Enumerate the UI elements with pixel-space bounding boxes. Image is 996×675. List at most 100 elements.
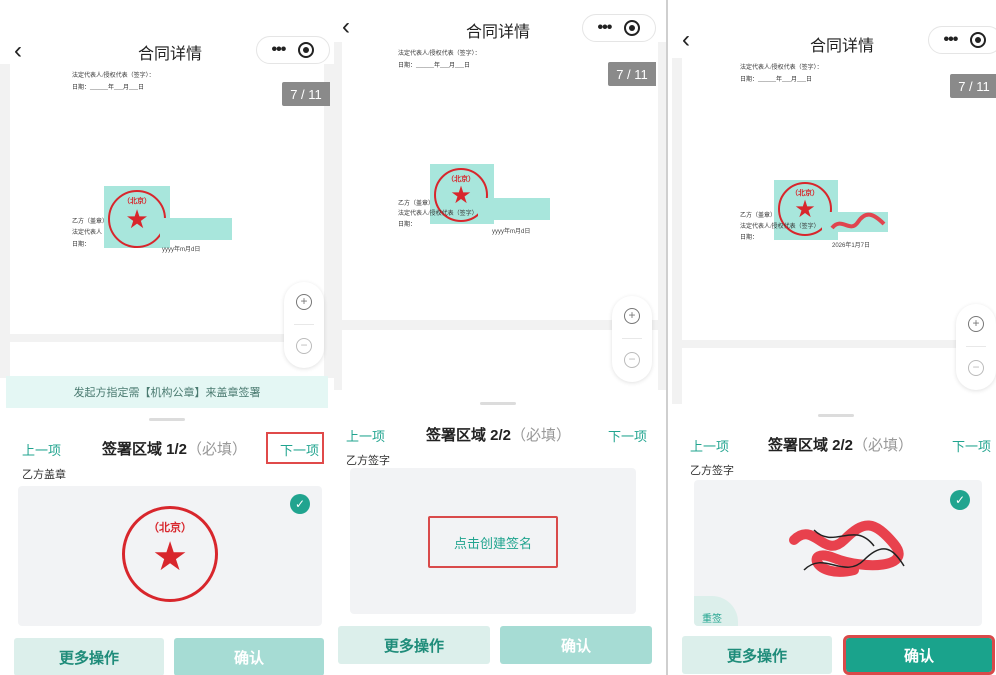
screen-2: ‹ 合同详情 ••• 法定代表人/授权代表（签字）： 日期：______年___… xyxy=(334,0,666,675)
target-icon[interactable] xyxy=(970,32,987,48)
mini-program-capsule: ••• xyxy=(256,36,330,64)
doc-rep-line: 法定代表人/授权代表（签字）： xyxy=(398,51,481,57)
chevron-left-icon[interactable]: ‹ xyxy=(14,39,22,63)
confirm-button[interactable]: 确认 xyxy=(500,626,652,664)
date-placeholder: yyyy年m月d日 xyxy=(492,229,531,235)
date-filled: 2026年1月7日 xyxy=(832,243,871,249)
company-seal: （北京） ★ xyxy=(108,190,166,248)
target-icon[interactable] xyxy=(624,20,641,36)
sign-area-title-text: 签署区域 2/2 xyxy=(426,427,512,444)
doc-date-label: 日期： xyxy=(398,222,417,228)
sign-area-title: 签署区域 2/2（必填） xyxy=(426,424,571,445)
field-label: 乙方盖章 xyxy=(22,469,66,481)
chevron-left-icon[interactable]: ‹ xyxy=(682,28,690,52)
required-tag: （必填） xyxy=(511,427,572,444)
signature-preview-box[interactable]: ✓ 重签 xyxy=(694,480,982,626)
sign-sheet: 上一项 签署区域 1/2（必填） 下一项 乙方盖章 ✓ （北京） ★ 更多操作 … xyxy=(0,408,334,675)
confirm-button[interactable]: 确认 xyxy=(843,635,995,675)
document-viewer[interactable]: 法定代表人/授权代表（签字）： 日期：______年___月___日 （北京） … xyxy=(672,58,996,404)
sheet-grip[interactable] xyxy=(149,418,185,421)
signature-mark-small xyxy=(830,212,886,230)
doc-party-line: 乙方（盖章） xyxy=(740,213,777,219)
doc-party-line: 乙方（盖章） xyxy=(72,219,109,225)
doc-date-label: 日期： xyxy=(72,242,91,248)
document-viewer[interactable]: 法定代表人/授权代表（签字）： 日期：______年___月___日 （北京） … xyxy=(334,42,666,390)
doc-rep-line-2: 法定代表人/授权代表（签字） xyxy=(740,224,820,230)
sign-area-title: 签署区域 1/2（必填） xyxy=(102,438,247,459)
more-dots-icon[interactable]: ••• xyxy=(598,20,613,36)
date-placeholder: yyyy年m月d日 xyxy=(162,247,201,253)
sign-area-title-text: 签署区域 1/2 xyxy=(102,441,188,458)
field-label: 乙方签字 xyxy=(690,465,734,477)
doc-date-label: 日期： xyxy=(740,235,759,241)
target-icon[interactable] xyxy=(298,42,315,58)
zoom-control: + − xyxy=(956,304,996,390)
zoom-control: + − xyxy=(612,296,652,382)
signature-field[interactable] xyxy=(478,198,550,220)
more-dots-icon[interactable]: ••• xyxy=(944,32,959,48)
sign-sheet: 上一项 签署区域 2/2（必填） 下一项 乙方签字 点击创建签名 更多操作 确认 xyxy=(334,390,666,675)
zoom-in-icon[interactable]: + xyxy=(624,308,640,324)
next-item-button[interactable]: 下一项 xyxy=(608,426,647,445)
prev-item-button[interactable]: 上一项 xyxy=(346,426,385,445)
seal-preview-box[interactable]: ✓ （北京） ★ xyxy=(18,486,322,626)
page-indicator: 7 / 11 xyxy=(608,62,656,86)
screen-3: ‹ 合同详情 ••• 法定代表人/授权代表（签字）： 日期：______年___… xyxy=(672,0,996,675)
doc-rep-line: 法定代表人/授权代表（签字）： xyxy=(72,73,155,79)
more-actions-button[interactable]: 更多操作 xyxy=(682,636,832,674)
signature-mark xyxy=(789,520,905,577)
zoom-out-icon[interactable]: − xyxy=(968,360,984,376)
document-page-next xyxy=(10,342,324,378)
prev-item-button[interactable]: 上一项 xyxy=(22,440,61,459)
doc-date-line: 日期：______年___月___日 xyxy=(740,77,813,83)
check-icon: ✓ xyxy=(950,490,970,510)
sign-area-title-text: 签署区域 2/2 xyxy=(768,437,854,454)
document-page: 法定代表人/授权代表（签字）： 日期：______年___月___日 （北京） … xyxy=(682,58,996,340)
sign-sheet: 上一项 签署区域 2/2（必填） 下一项 乙方签字 ✓ 重签 更多操作 确认 xyxy=(672,404,996,675)
signature-field[interactable] xyxy=(160,218,232,240)
zoom-in-icon[interactable]: + xyxy=(296,294,312,310)
screen-1: ‹ 合同详情 ••• 法定代表人/授权代表（签字）： 日期：______年___… xyxy=(0,0,334,675)
mini-program-capsule: ••• xyxy=(582,14,656,42)
required-tag: （必填） xyxy=(187,441,248,458)
chevron-left-icon[interactable]: ‹ xyxy=(342,15,350,39)
doc-date-line: 日期：______年___月___日 xyxy=(398,63,471,69)
document-page-next xyxy=(682,348,996,404)
zoom-control: + − xyxy=(284,282,324,368)
next-item-button[interactable]: 下一项 xyxy=(280,440,319,459)
doc-party-line: 乙方（盖章） xyxy=(398,201,435,207)
doc-rep-line-2: 法定代表人 xyxy=(72,230,103,236)
check-icon: ✓ xyxy=(290,494,310,514)
document-viewer[interactable]: 法定代表人/授权代表（签字）： 日期：______年___月___日 （北京） … xyxy=(0,64,334,378)
page-title: 合同详情 xyxy=(138,46,203,63)
doc-rep-line: 法定代表人/授权代表（签字）： xyxy=(740,65,823,71)
mini-program-capsule: ••• xyxy=(928,26,996,54)
next-item-button[interactable]: 下一项 xyxy=(952,436,991,455)
more-dots-icon[interactable]: ••• xyxy=(272,42,287,58)
prev-item-button[interactable]: 上一项 xyxy=(690,436,729,455)
document-page: 法定代表人/授权代表（签字）： 日期：______年___月___日 （北京） … xyxy=(10,64,324,334)
confirm-button[interactable]: 确认 xyxy=(174,638,324,675)
screen-divider xyxy=(666,0,668,675)
more-actions-button[interactable]: 更多操作 xyxy=(338,626,490,664)
page-title: 合同详情 xyxy=(810,38,875,55)
signature-box[interactable]: 点击创建签名 xyxy=(350,468,636,614)
page-indicator: 7 / 11 xyxy=(282,82,330,106)
create-signature-button[interactable]: 点击创建签名 xyxy=(428,516,558,568)
seal-preview: （北京） ★ xyxy=(122,506,218,602)
zoom-out-icon[interactable]: − xyxy=(296,338,312,354)
field-label: 乙方签字 xyxy=(346,455,390,467)
seal-requirement-notice: 发起方指定需【机构公章】来盖章签署 xyxy=(6,376,328,408)
doc-rep-line-2: 法定代表人/授权代表（签字） xyxy=(398,211,478,217)
zoom-in-icon[interactable]: + xyxy=(968,316,984,332)
doc-date-line: 日期：______年___月___日 xyxy=(72,85,145,91)
required-tag: （必填） xyxy=(853,437,914,454)
page-indicator: 7 / 11 xyxy=(950,74,996,98)
zoom-out-icon[interactable]: − xyxy=(624,352,640,368)
redo-signature-button[interactable]: 重签 xyxy=(694,596,738,626)
sheet-grip[interactable] xyxy=(480,402,516,405)
document-page-next xyxy=(342,330,658,390)
sign-area-title: 签署区域 2/2（必填） xyxy=(768,434,913,455)
sheet-grip[interactable] xyxy=(818,414,854,417)
more-actions-button[interactable]: 更多操作 xyxy=(14,638,164,675)
